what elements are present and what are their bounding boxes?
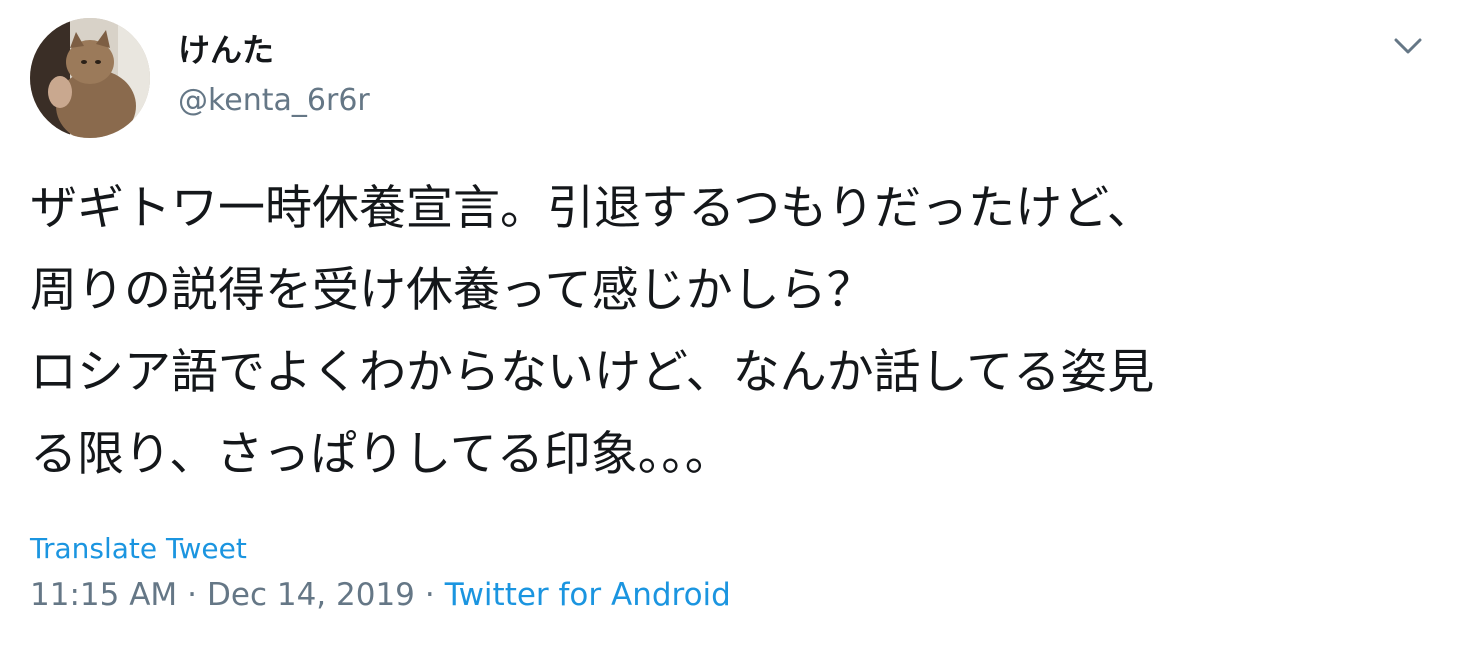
author-display-name[interactable]: けんた: [178, 30, 274, 70]
tweet-text-line: ロシア語でよくわからないけど、なんか話してる姿見: [30, 345, 1155, 400]
tweet-time[interactable]: 11:15 AM: [30, 577, 177, 613]
avatar-image: [30, 18, 150, 138]
tweet-source-link[interactable]: Twitter for Android: [445, 577, 731, 613]
author-handle[interactable]: @kenta_6r6r: [178, 82, 370, 120]
translate-tweet-link[interactable]: Translate Tweet: [30, 530, 247, 568]
tweet-metadata: 11:15 AM · Dec 14, 2019 · Twitter for Androi…: [30, 574, 731, 616]
tweet-text-line: 周りの説得を受け休養って感じかしら？: [30, 263, 874, 318]
chevron-down-icon: [1394, 38, 1422, 54]
metadata-separator: ·: [187, 577, 198, 613]
tweet-text: ザギトワ一時休養宣言。引退するつもりだったけど、 周りの説得を受け休養って感じか…: [30, 168, 1400, 496]
avatar[interactable]: [30, 18, 150, 138]
tweet-text-line: ザギトワ一時休養宣言。引退するつもりだったけど、: [30, 181, 1154, 236]
tweet-menu-button[interactable]: [1386, 30, 1430, 64]
tweet-date[interactable]: Dec 14, 2019: [207, 577, 415, 613]
tweet-text-line: る限り、さっぱりしてる印象。。。: [30, 427, 732, 482]
metadata-separator: ·: [424, 577, 435, 613]
